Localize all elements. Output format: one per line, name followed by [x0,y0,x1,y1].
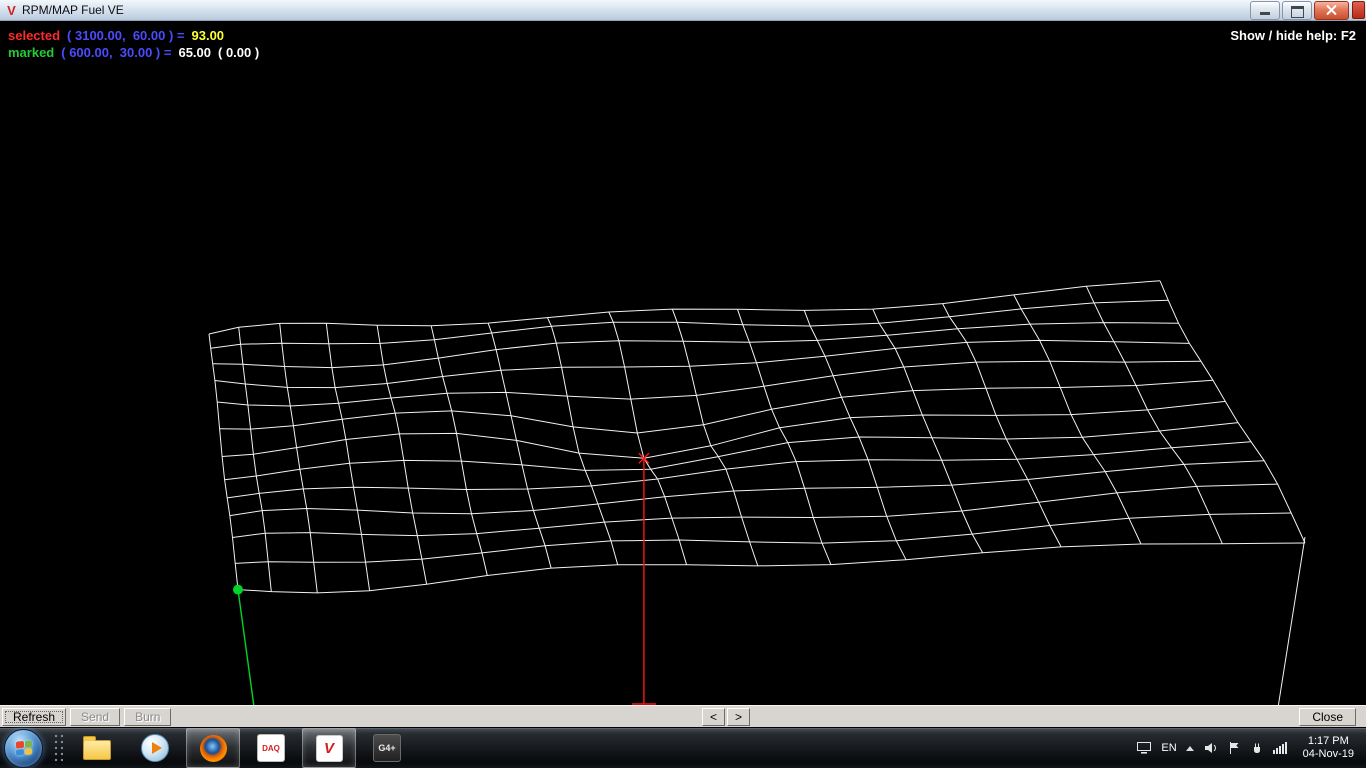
tray-computer-icon[interactable] [1136,741,1152,755]
language-indicator[interactable]: EN [1161,742,1176,754]
g4-icon: G4+ [373,734,401,762]
edge-red-button[interactable] [1352,1,1365,19]
next-table-button[interactable]: > [727,708,750,726]
burn-button[interactable]: Burn [124,708,171,726]
taskbar-grip[interactable] [51,731,63,765]
selected-label: selected [8,28,60,43]
taskbar-clock[interactable]: 1:17 PM 04-Nov-19 [1296,735,1361,761]
marked-coords: ( 600.00, 30.00 ) = [61,45,171,60]
taskbar-item-vems[interactable]: V [302,728,356,768]
network-signal-icon[interactable] [1273,742,1287,754]
clock-time: 1:17 PM [1303,735,1354,748]
explorer-icon [83,740,111,760]
action-center-flag-icon[interactable] [1227,741,1241,755]
taskbar-item-media-player[interactable] [128,728,182,768]
media-player-icon [141,734,169,762]
selected-value: 93.00 [192,28,225,43]
table-nav: < > [701,708,751,726]
vems-icon: V [316,735,343,762]
window-title: RPM/MAP Fuel VE [22,3,124,17]
close-button[interactable] [1314,1,1349,20]
help-hint: Show / hide help: F2 [1230,28,1356,43]
maximize-icon [1291,6,1304,18]
window-controls [1248,0,1366,20]
ve-surface-mesh[interactable] [0,0,1366,728]
titlebar[interactable]: V RPM/MAP Fuel VE [0,0,1366,21]
firefox-icon [200,735,227,762]
marked-value: 65.00 [178,45,211,60]
volume-icon[interactable] [1203,741,1218,755]
taskbar-item-firefox[interactable] [186,728,240,768]
remove-hardware-icon[interactable] [1250,741,1264,755]
taskbar: DAQ V G4+ EN [0,727,1366,768]
hidden-icons-chevron-icon[interactable] [1186,746,1194,751]
marked-readout: marked ( 600.00, 30.00 ) = 65.00 ( 0.00 ) [8,44,266,61]
minimize-icon [1260,12,1270,15]
app-toolbar: Refresh Send Burn < > Close [0,705,1366,728]
marked-extra: ( 0.00 ) [218,45,259,60]
status-readout: selected ( 3100.00, 60.00 ) = 93.00 marked… [8,27,266,61]
refresh-button[interactable]: Refresh [2,708,66,726]
system-tray: EN 1:17 PM 04-Nov-19 [1136,735,1366,761]
app-logo-icon: V [4,3,19,18]
taskbar-item-daq[interactable]: DAQ [244,728,298,768]
daq-icon: DAQ [257,734,285,762]
taskbar-item-explorer[interactable] [70,728,124,768]
selected-coords: ( 3100.00, 60.00 ) = [67,28,184,43]
taskbar-item-g4[interactable]: G4+ [360,728,414,768]
start-button[interactable] [4,729,43,768]
app-window: V RPM/MAP Fuel VE selected ( 3100.00, 60.… [0,0,1366,768]
prev-table-button[interactable]: < [702,708,725,726]
marked-label: marked [8,45,54,60]
clock-date: 04-Nov-19 [1303,748,1354,761]
selected-readout: selected ( 3100.00, 60.00 ) = 93.00 [8,27,266,44]
maximize-button[interactable] [1282,1,1312,20]
minimize-button[interactable] [1250,1,1280,20]
windows-logo-icon [16,740,32,755]
send-button[interactable]: Send [70,708,120,726]
close-window-button[interactable]: Close [1299,708,1356,726]
